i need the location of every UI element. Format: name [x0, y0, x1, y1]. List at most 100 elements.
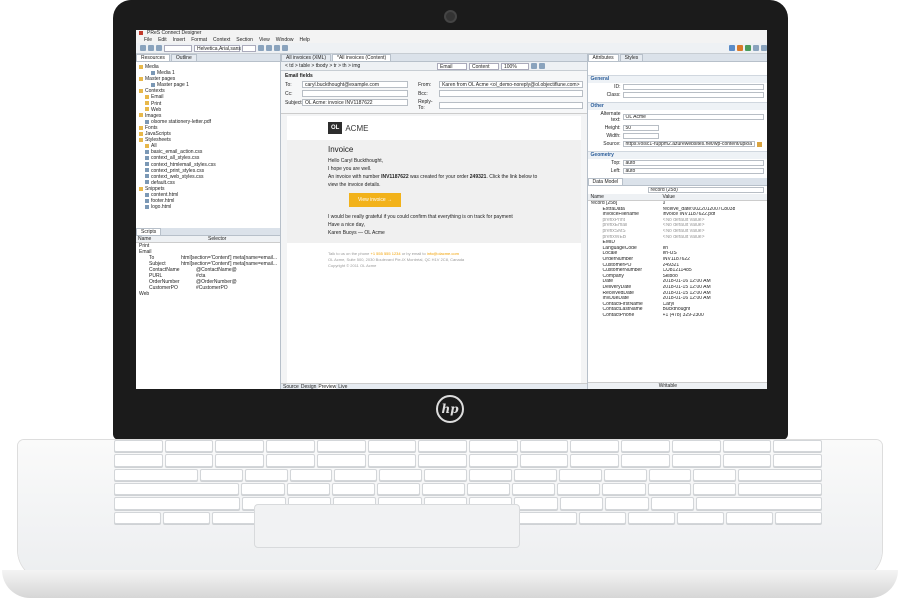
layout-icon[interactable]	[753, 45, 759, 51]
from-label: From:	[418, 81, 432, 88]
menu-context[interactable]: Context	[213, 37, 230, 43]
context-select[interactable]: Email	[437, 62, 467, 70]
script-row[interactable]: Web	[136, 291, 280, 297]
section-general[interactable]: General	[587, 75, 767, 83]
folder-icon	[139, 125, 143, 130]
footer-phone-link[interactable]: +1 555 555 1234	[370, 251, 400, 256]
key	[677, 511, 725, 524]
save-icon[interactable]	[148, 45, 154, 51]
tree-item[interactable]: logo.html	[139, 204, 277, 210]
footer-email-link[interactable]: info@olacme.com	[427, 251, 459, 256]
id-label: ID:	[614, 84, 621, 90]
tab-all-invoices-xml[interactable]: All invoices (XML)	[281, 54, 332, 61]
view-invoice-button[interactable]: View invoice →	[349, 193, 402, 207]
intro-line: I hope you are well.	[328, 166, 372, 172]
tab-data-model[interactable]: Data Model	[587, 178, 624, 185]
menu-view[interactable]: View	[259, 37, 270, 43]
key	[692, 482, 736, 496]
section-geometry[interactable]: Geometry	[587, 151, 767, 159]
key	[726, 511, 774, 524]
left-field[interactable]: auto	[622, 168, 764, 174]
top-field[interactable]: auto	[622, 160, 764, 166]
key	[519, 454, 569, 467]
replyto-label: Reply-To:	[418, 99, 433, 111]
tab-source[interactable]: Source	[283, 384, 299, 389]
folder-icon	[139, 89, 143, 94]
zoom-out-icon[interactable]	[539, 63, 545, 69]
align-center-icon[interactable]	[282, 45, 288, 51]
height-field[interactable]: 50	[622, 125, 659, 131]
key	[628, 511, 676, 524]
key	[773, 440, 823, 453]
id-field[interactable]	[622, 84, 764, 90]
tab-styles[interactable]: Styles	[619, 54, 644, 61]
dm-field-name: ContactPhone	[602, 312, 635, 318]
browse-icon[interactable]	[757, 141, 762, 147]
tab-preview[interactable]: Preview	[318, 384, 337, 389]
menu-file[interactable]: File	[144, 37, 152, 43]
data-model-list: record [258] 0 ExtraData receive_date:00Z20…	[588, 201, 767, 382]
menu-insert[interactable]: Insert	[173, 37, 186, 43]
alt-field[interactable]: OL Acme	[622, 114, 764, 120]
send-icon[interactable]	[737, 45, 743, 51]
data-model-tabs: Data Model	[587, 178, 767, 186]
to-field[interactable]: caryl.buckthought@example.com	[302, 81, 409, 88]
width-field[interactable]	[622, 133, 659, 139]
tree-item-label: context_all_styles.css	[151, 155, 200, 162]
key	[671, 454, 721, 467]
section-other[interactable]: Other	[587, 102, 767, 110]
from-field[interactable]: Karen from OL Acme <ol_demo-noreply@ol.o…	[439, 81, 583, 88]
menu-edit[interactable]: Edit	[158, 37, 167, 43]
font-size-field[interactable]	[242, 44, 256, 52]
menu-section[interactable]: Section	[236, 37, 253, 43]
align-left-icon[interactable]	[274, 45, 280, 51]
app-icon	[139, 31, 143, 35]
key	[114, 482, 240, 496]
zoom-select[interactable]: 100%	[501, 62, 529, 70]
brand-logo: OL ACME	[328, 122, 581, 134]
menu-format[interactable]: Format	[191, 37, 207, 43]
source-field[interactable]: https://olsc1-ruppm2.azurewebsites.net/w…	[622, 141, 755, 147]
breadcrumb[interactable]: < td > table > tbody > tr > th > img	[285, 63, 435, 69]
preview-icon[interactable]	[729, 45, 735, 51]
view-mode-tabs: Source Design Preview Live	[281, 383, 587, 389]
left-panel: Resources Outline Media Media 1 Master pag…	[136, 54, 281, 389]
style-select[interactable]	[164, 44, 192, 52]
italic-icon[interactable]	[266, 45, 272, 51]
scripts-header: Name Selector	[136, 236, 280, 243]
dm-col-name: Name	[590, 194, 604, 200]
key	[367, 454, 417, 467]
tab-resources[interactable]: Resources	[136, 54, 170, 61]
replyto-field[interactable]	[439, 101, 583, 109]
touchpad[interactable]	[254, 504, 520, 548]
section-select[interactable]: Content	[469, 62, 499, 70]
font-family-field[interactable]: Helvetica,Arial,sans	[194, 44, 241, 52]
undo-icon[interactable]	[156, 45, 162, 51]
subject-field[interactable]: OL Acme: invoice INV1187622	[302, 99, 409, 106]
key	[557, 482, 601, 496]
key	[602, 482, 646, 496]
file-icon	[145, 149, 149, 154]
menu-window[interactable]: Window	[276, 37, 294, 43]
help-icon[interactable]	[761, 45, 767, 51]
print-icon[interactable]	[745, 45, 751, 51]
new-icon[interactable]	[140, 45, 146, 51]
tab-attributes[interactable]: Attributes	[587, 54, 619, 61]
bold-icon[interactable]	[258, 45, 264, 51]
alt-label: Alternate text:	[600, 111, 621, 123]
folder-icon	[145, 107, 149, 112]
right-panel: Attributes Styles General ID: Class: Oth…	[587, 54, 767, 389]
tab-scripts[interactable]: Scripts	[136, 228, 162, 235]
data-model-row[interactable]: ContactPhone +1 (478) 329-2300	[588, 313, 767, 319]
folder-icon	[139, 113, 143, 118]
record-selector[interactable]: record (258)	[647, 187, 764, 193]
tab-all-invoices-content[interactable]: *All invoices (Content)	[332, 54, 392, 61]
tab-live[interactable]: Live	[338, 384, 347, 389]
zoom-in-icon[interactable]	[531, 63, 537, 69]
bcc-field[interactable]	[439, 90, 583, 97]
tab-outline[interactable]: Outline	[170, 54, 197, 61]
menu-help[interactable]: Help	[300, 37, 310, 43]
class-field[interactable]	[622, 92, 764, 98]
cc-field[interactable]	[302, 90, 409, 97]
tab-design[interactable]: Design	[301, 384, 317, 389]
